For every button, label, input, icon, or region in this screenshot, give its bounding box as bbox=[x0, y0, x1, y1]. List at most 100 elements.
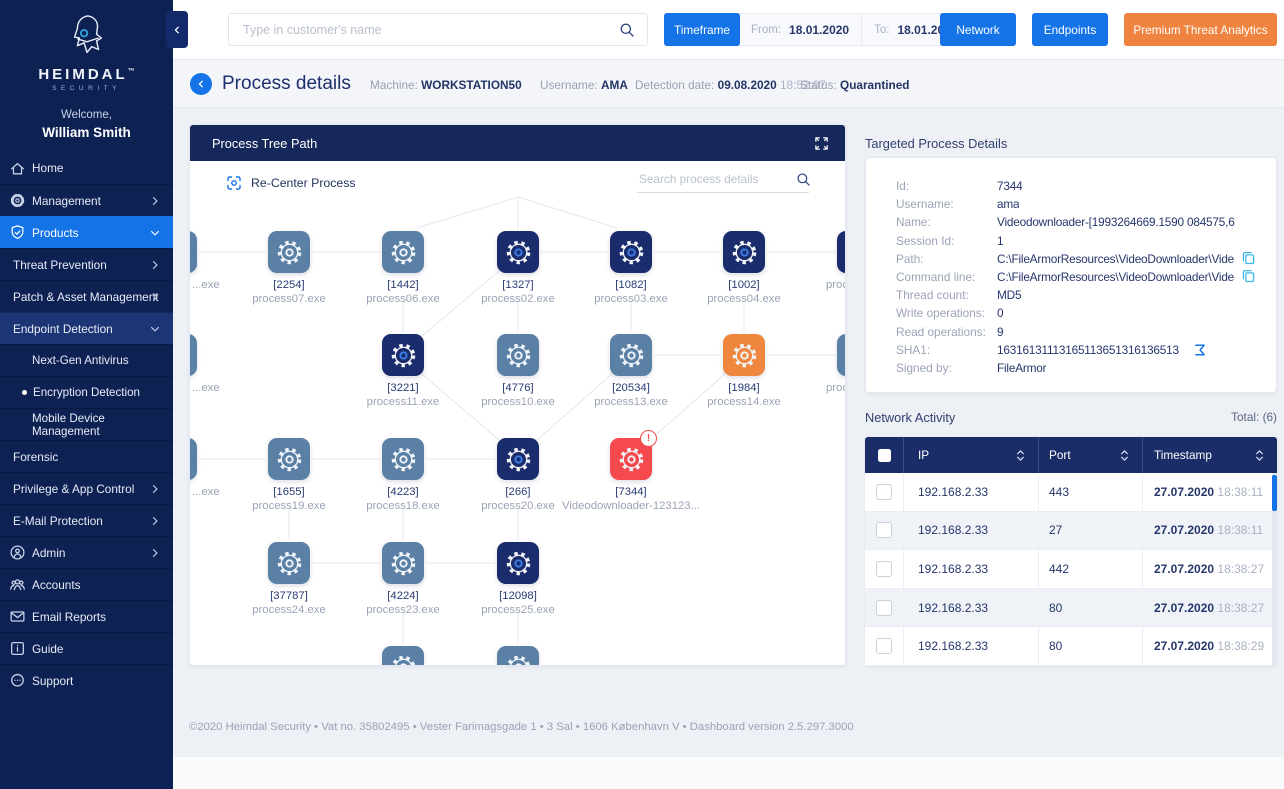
process-node-4224[interactable] bbox=[382, 542, 424, 584]
expand-icon[interactable] bbox=[814, 136, 829, 151]
sidebar-item-next-gen-antivirus[interactable]: Next-Gen Antivirus bbox=[0, 344, 173, 376]
recenter-process-button[interactable]: Re-Center Process bbox=[226, 175, 356, 191]
sidebar-item-management[interactable]: Management bbox=[0, 184, 173, 216]
detail-row-path-: Path:C:\FileArmorResources\VideoDownload… bbox=[896, 250, 1260, 268]
detail-value: ama bbox=[997, 197, 1019, 211]
premium-threat-analytics-button[interactable]: Premium Threat Analytics bbox=[1124, 13, 1277, 46]
date-from[interactable]: From:18.01.2020 bbox=[739, 14, 861, 45]
sidebar-item-privilege-app-control[interactable]: Privilege & App Control bbox=[0, 472, 173, 504]
sidebar-item-mobile-device-management[interactable]: Mobile Device Management bbox=[0, 408, 173, 440]
table-scrollbar[interactable] bbox=[1272, 473, 1277, 666]
sidebar-item-accounts[interactable]: Accounts bbox=[0, 568, 173, 600]
tree-search-icon[interactable] bbox=[796, 172, 811, 187]
sidebar-item-endpoint-detection[interactable]: Endpoint Detection bbox=[0, 312, 173, 344]
ip-cell: 192.168.2.33 bbox=[903, 589, 1038, 627]
process-node-37787[interactable] bbox=[268, 542, 310, 584]
detail-value: MD5 bbox=[997, 288, 1021, 302]
detail-label: Username: bbox=[896, 197, 997, 211]
detail-row-command-line-: Command line:C:\FileArmorResources\Video… bbox=[896, 268, 1260, 286]
process-node-1002[interactable] bbox=[723, 231, 765, 273]
process-node-2254[interactable] bbox=[268, 231, 310, 273]
sort-ip-icon[interactable] bbox=[1015, 449, 1026, 462]
sidebar-item-email-reports[interactable]: Email Reports bbox=[0, 600, 173, 632]
sidebar-item-label: Forensic bbox=[13, 450, 58, 464]
timestamp-cell: 27.07.2020 18:38:27 bbox=[1142, 550, 1277, 588]
sidebar-item-threat-prevention[interactable]: Threat Prevention bbox=[0, 248, 173, 280]
process-node-L1[interactable] bbox=[190, 231, 197, 273]
process-node-B2[interactable] bbox=[497, 646, 539, 665]
endpoints-button[interactable]: Endpoints bbox=[1032, 13, 1108, 46]
process-node-1655[interactable] bbox=[268, 438, 310, 480]
admin-icon bbox=[9, 544, 26, 561]
process-node-1082[interactable] bbox=[610, 231, 652, 273]
sidebar-item-label: Support bbox=[32, 674, 73, 688]
sidebar-item-patch-asset-management[interactable]: Patch & Asset Management bbox=[0, 280, 173, 312]
detail-label: Read operations: bbox=[896, 325, 997, 339]
process-node-20534[interactable] bbox=[610, 334, 652, 376]
process-node-R1[interactable] bbox=[837, 231, 845, 273]
sidebar-item-guide[interactable]: Guide bbox=[0, 632, 173, 664]
network-button[interactable]: Network bbox=[940, 13, 1016, 46]
recenter-label: Re-Center Process bbox=[251, 176, 356, 190]
timestamp-cell: 27.07.2020 18:38:29 bbox=[1142, 627, 1277, 665]
process-node-4776[interactable] bbox=[497, 334, 539, 376]
process-node-1984[interactable] bbox=[723, 334, 765, 376]
copy-icon[interactable] bbox=[1241, 250, 1256, 265]
timeframe-button[interactable]: Timeframe bbox=[664, 13, 740, 46]
column-header-ip[interactable]: IP bbox=[903, 437, 1038, 473]
row-checkbox[interactable] bbox=[876, 484, 892, 500]
process-node-1327[interactable] bbox=[497, 231, 539, 273]
gear-icon bbox=[618, 446, 645, 473]
virus-total-icon[interactable] bbox=[1193, 343, 1207, 357]
sidebar-item-encryption-detection[interactable]: Encryption Detection bbox=[0, 376, 173, 408]
process-node-L3[interactable] bbox=[190, 438, 197, 480]
sidebar-item-forensic[interactable]: Forensic bbox=[0, 440, 173, 472]
sidebar-item-support[interactable]: Support bbox=[0, 664, 173, 696]
table-scrollbar-thumb[interactable] bbox=[1272, 475, 1277, 511]
select-all-checkbox[interactable] bbox=[878, 449, 891, 462]
detail-value: 7344 bbox=[997, 179, 1022, 193]
sidebar-item-label: Guide bbox=[32, 642, 63, 656]
process-node-label: proc... bbox=[826, 278, 845, 292]
row-checkbox[interactable] bbox=[876, 561, 892, 577]
sidebar-item-label: E-Mail Protection bbox=[13, 514, 103, 528]
process-tree-canvas: ...exe [2254]process07.exe [1442]process… bbox=[190, 161, 845, 665]
process-node-R2[interactable] bbox=[837, 334, 845, 376]
sidebar-collapse-button[interactable] bbox=[166, 11, 188, 48]
sidebar-item-label: Encryption Detection bbox=[33, 386, 140, 399]
back-button[interactable] bbox=[190, 73, 212, 95]
detail-row-thread-count-: Thread count:MD5 bbox=[896, 286, 1260, 304]
sort-port-icon[interactable] bbox=[1119, 449, 1130, 462]
sidebar-item-products[interactable]: Products bbox=[0, 216, 173, 248]
process-node-4223[interactable] bbox=[382, 438, 424, 480]
sidebar-item-label: Mobile Device Management bbox=[32, 412, 173, 438]
tree-search-input[interactable] bbox=[637, 171, 796, 187]
process-node-B1[interactable] bbox=[382, 646, 424, 665]
search-icon[interactable] bbox=[619, 22, 635, 38]
timestamp-cell: 27.07.2020 18:38:27 bbox=[1142, 589, 1277, 627]
process-node-3221[interactable] bbox=[382, 334, 424, 376]
port-cell: 80 bbox=[1038, 627, 1142, 665]
customer-search-input[interactable] bbox=[229, 22, 619, 38]
targeted-process-details-card: Id:7344Username:amaName:Videodownloader-… bbox=[865, 157, 1277, 393]
sidebar-item-admin[interactable]: Admin bbox=[0, 536, 173, 568]
detail-label: Signed by: bbox=[896, 361, 997, 375]
gear-icon bbox=[390, 342, 417, 369]
process-node-266[interactable] bbox=[497, 438, 539, 480]
row-checkbox[interactable] bbox=[876, 522, 892, 538]
customer-search bbox=[228, 13, 648, 46]
process-node-label: ...exe bbox=[192, 381, 252, 395]
process-node-L2[interactable] bbox=[190, 334, 197, 376]
sort-timestamp-icon[interactable] bbox=[1254, 449, 1265, 462]
process-node-label: [7344]Videodownloader-123123... bbox=[556, 485, 706, 513]
row-checkbox[interactable] bbox=[876, 638, 892, 654]
process-node-1442[interactable] bbox=[382, 231, 424, 273]
column-header-timestamp[interactable]: Timestamp bbox=[1142, 437, 1277, 473]
sidebar-item-e-mail-protection[interactable]: E-Mail Protection bbox=[0, 504, 173, 536]
row-checkbox[interactable] bbox=[876, 600, 892, 616]
sidebar-item-home[interactable]: Home bbox=[0, 152, 173, 184]
copy-icon[interactable] bbox=[1241, 268, 1256, 283]
column-header-port[interactable]: Port bbox=[1038, 437, 1142, 473]
process-node-12098[interactable] bbox=[497, 542, 539, 584]
timestamp-cell: 27.07.2020 18:38:11 bbox=[1142, 512, 1277, 550]
